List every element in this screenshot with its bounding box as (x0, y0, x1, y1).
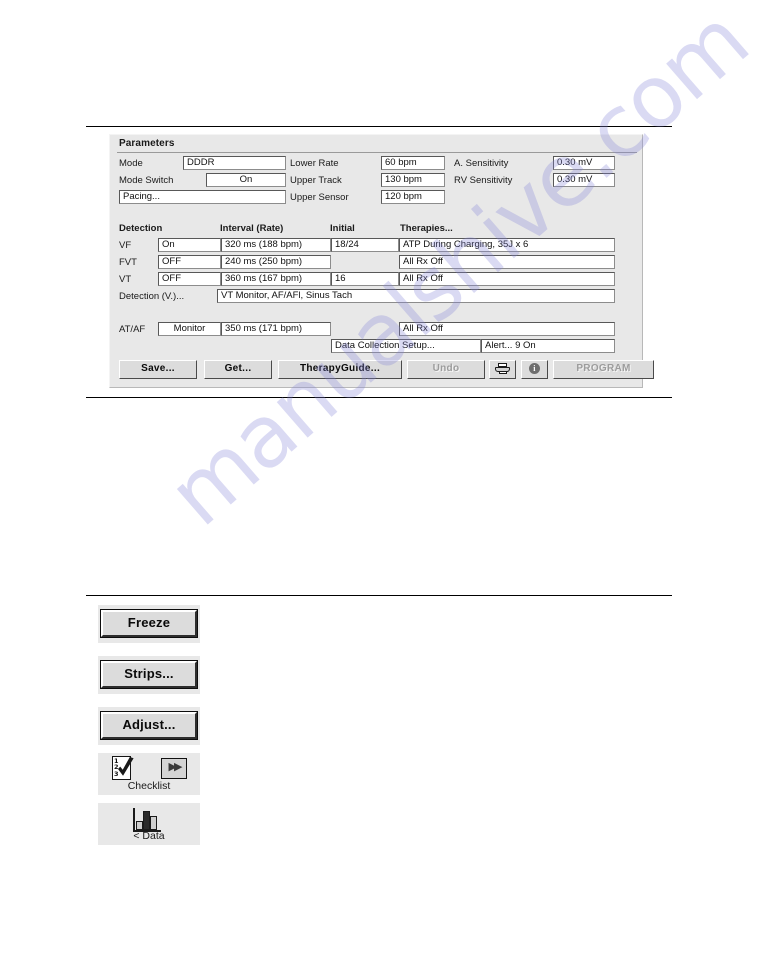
freeze-button[interactable]: Freeze (100, 609, 198, 638)
label-a-sensitivity: A. Sensitivity (454, 158, 509, 169)
strips-cell: Strips... (98, 656, 200, 694)
undo-button[interactable]: Undo (407, 360, 485, 379)
field-vf-initial[interactable]: 18/24 (331, 238, 399, 252)
header-initial: Initial (330, 223, 355, 234)
adjust-button[interactable]: Adjust... (100, 711, 198, 740)
adjust-cell: Adjust... (98, 707, 200, 745)
field-mode-switch[interactable]: On (206, 173, 286, 187)
header-detection: Detection (119, 223, 163, 234)
button-alert[interactable]: Alert... 9 On (481, 339, 615, 353)
printer-icon (495, 363, 510, 375)
divider-top (86, 126, 672, 127)
button-data-collection-setup[interactable]: Data Collection Setup... (331, 339, 481, 353)
label-zone-vt: VT (119, 274, 132, 285)
field-detection-v[interactable]: VT Monitor, AF/AFl, Sinus Tach (217, 289, 615, 303)
parameters-panel: Parameters Mode DDDR Mode Switch On Paci… (109, 134, 654, 388)
label-detection-v: Detection (V.)... (119, 291, 185, 302)
label-zone-ataf: AT/AF (119, 324, 146, 335)
field-rv-sensitivity[interactable]: 0.30 mV (553, 173, 615, 187)
field-ataf-therapy[interactable]: All Rx Off (399, 322, 615, 336)
header-therapies: Therapies... (400, 223, 453, 234)
label-mode: Mode (119, 158, 143, 169)
divider-middle (86, 397, 672, 398)
label-upper-track: Upper Track (290, 175, 342, 186)
field-fvt-interval[interactable]: 240 ms (250 bpm) (221, 255, 331, 269)
info-icon: i (529, 362, 540, 374)
field-vf-therapy[interactable]: ATP During Charging, 35J x 6 (399, 238, 615, 252)
field-ataf-status[interactable]: Monitor (158, 322, 221, 336)
strips-button[interactable]: Strips... (100, 660, 198, 689)
checklist-cell[interactable]: 1 2 3 ▶▶ Checklist (98, 753, 200, 795)
field-upper-sensor[interactable]: 120 bpm (381, 190, 445, 204)
checkmark-icon (117, 757, 134, 776)
field-vt-therapy[interactable]: All Rx Off (399, 272, 615, 286)
label-upper-sensor: Upper Sensor (290, 192, 349, 203)
data-label: < Data (133, 830, 165, 842)
get-button[interactable]: Get... (204, 360, 272, 379)
field-vf-interval[interactable]: 320 ms (188 bpm) (221, 238, 331, 252)
info-button[interactable]: i (521, 360, 548, 379)
freeze-cell: Freeze (98, 605, 200, 643)
panel-title: Parameters (119, 138, 175, 149)
print-button[interactable] (489, 360, 516, 379)
therapy-guide-button[interactable]: TherapyGuide... (278, 360, 402, 379)
label-zone-vf: VF (119, 240, 132, 251)
label-mode-switch: Mode Switch (119, 175, 174, 186)
field-vt-interval[interactable]: 360 ms (167 bpm) (221, 272, 331, 286)
field-upper-track[interactable]: 130 bpm (381, 173, 445, 187)
field-ataf-interval[interactable]: 350 ms (171 bpm) (221, 322, 331, 336)
field-mode[interactable]: DDDR (183, 156, 286, 170)
save-button[interactable]: Save... (119, 360, 197, 379)
next-arrow-button[interactable]: ▶▶ (161, 758, 187, 779)
checklist-label: Checklist (127, 780, 171, 792)
label-lower-rate: Lower Rate (290, 158, 339, 169)
data-cell[interactable]: < Data (98, 803, 200, 845)
field-vf-status[interactable]: On (158, 238, 221, 252)
button-pacing[interactable]: Pacing... (119, 190, 286, 204)
header-interval: Interval (Rate) (220, 223, 284, 234)
checklist-icon: 1 2 3 (112, 756, 134, 782)
field-vt-initial[interactable]: 16 (331, 272, 399, 286)
label-rv-sensitivity: RV Sensitivity (454, 175, 513, 186)
field-lower-rate[interactable]: 60 bpm (381, 156, 445, 170)
program-button[interactable]: PROGRAM (553, 360, 654, 379)
field-fvt-status[interactable]: OFF (158, 255, 221, 269)
field-vt-status[interactable]: OFF (158, 272, 221, 286)
panel-title-underline (117, 152, 637, 153)
bar-chart-icon (133, 808, 161, 832)
field-fvt-therapy[interactable]: All Rx Off (399, 255, 615, 269)
divider-lower (86, 595, 672, 596)
label-zone-fvt: FVT (119, 257, 137, 268)
field-a-sensitivity[interactable]: 0.30 mV (553, 156, 615, 170)
